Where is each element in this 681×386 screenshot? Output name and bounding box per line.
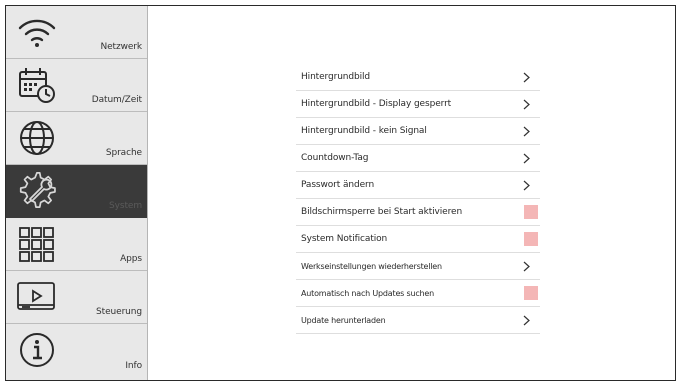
chevron-right-icon[interactable]: [522, 180, 532, 191]
sidebar-item-system[interactable]: System: [6, 165, 147, 218]
setting-label: Hintergrundbild - Display gesperrt: [301, 99, 452, 109]
setting-row-werkseinstellungen[interactable]: Werkseinstellungen wiederherstellen: [296, 253, 540, 280]
setting-label: Werkseinstellungen wiederherstellen: [301, 262, 442, 271]
setting-label: Bildschirmsperre bei Start aktivieren: [301, 207, 463, 217]
setting-row-hintergrundbild-kein-signal[interactable]: Hintergrundbild - kein Signal: [296, 118, 540, 145]
setting-row-auto-updates: Automatisch nach Updates suchen: [296, 280, 540, 307]
setting-row-update-herunterladen[interactable]: Update herunterladen: [296, 307, 540, 334]
setting-label: Countdown-Tag: [301, 153, 369, 163]
apps-grid-icon: [16, 224, 58, 264]
setting-row-hintergrundbild-display-gesperrt[interactable]: Hintergrundbild - Display gesperrt: [296, 91, 540, 118]
sidebar-item-label: Sprache: [105, 148, 142, 158]
sidebar-item-label: Apps: [120, 254, 142, 264]
setting-row-passwort-aendern[interactable]: Passwort ändern: [296, 172, 540, 199]
sidebar: Netzwerk Datum/Zeit Sprache System Apps …: [6, 6, 148, 380]
calendar-clock-icon: [16, 65, 58, 105]
sidebar-item-sprache[interactable]: Sprache: [6, 112, 147, 165]
system-settings-list: Hintergrundbild Hintergrundbild - Displa…: [296, 64, 540, 334]
auto-updates-toggle[interactable]: [524, 286, 538, 300]
sidebar-item-label: Info: [125, 361, 142, 371]
sidebar-item-steuerung[interactable]: Steuerung: [6, 271, 147, 324]
setting-row-bildschirmsperre: Bildschirmsperre bei Start aktivieren: [296, 199, 540, 226]
sidebar-item-label: System: [109, 201, 142, 211]
setting-label: Passwort ändern: [301, 180, 375, 190]
sidebar-item-label: Netzwerk: [100, 42, 142, 52]
chevron-right-icon[interactable]: [522, 72, 532, 83]
sidebar-item-label: Steuerung: [96, 307, 142, 317]
sidebar-item-info[interactable]: Info: [6, 324, 147, 377]
sidebar-item-netzwerk[interactable]: Netzwerk: [6, 6, 147, 59]
settings-window: Netzwerk Datum/Zeit Sprache System Apps …: [5, 5, 676, 381]
chevron-right-icon[interactable]: [522, 261, 532, 272]
setting-row-system-notification: System Notification: [296, 226, 540, 253]
wifi-icon: [16, 12, 58, 52]
bildschirmsperre-toggle[interactable]: [524, 205, 538, 219]
setting-label: Hintergrundbild - kein Signal: [301, 126, 427, 136]
setting-label: Update herunterladen: [301, 316, 386, 325]
chevron-right-icon[interactable]: [522, 99, 532, 110]
info-icon: [16, 330, 58, 370]
chevron-right-icon[interactable]: [522, 153, 532, 164]
setting-label: System Notification: [301, 234, 388, 244]
setting-row-hintergrundbild[interactable]: Hintergrundbild: [296, 64, 540, 91]
chevron-right-icon[interactable]: [522, 126, 532, 137]
remote-control-icon: [16, 277, 58, 317]
setting-label: Hintergrundbild: [301, 72, 371, 82]
sidebar-item-apps[interactable]: Apps: [6, 218, 147, 271]
system-notification-toggle[interactable]: [524, 232, 538, 246]
sidebar-item-datum-zeit[interactable]: Datum/Zeit: [6, 59, 147, 112]
sidebar-item-label: Datum/Zeit: [91, 95, 142, 105]
setting-label: Automatisch nach Updates suchen: [301, 289, 434, 298]
wrench-gear-icon: [16, 171, 58, 211]
setting-row-countdown-tag[interactable]: Countdown-Tag: [296, 145, 540, 172]
globe-icon: [16, 118, 58, 158]
chevron-right-icon[interactable]: [522, 315, 532, 326]
